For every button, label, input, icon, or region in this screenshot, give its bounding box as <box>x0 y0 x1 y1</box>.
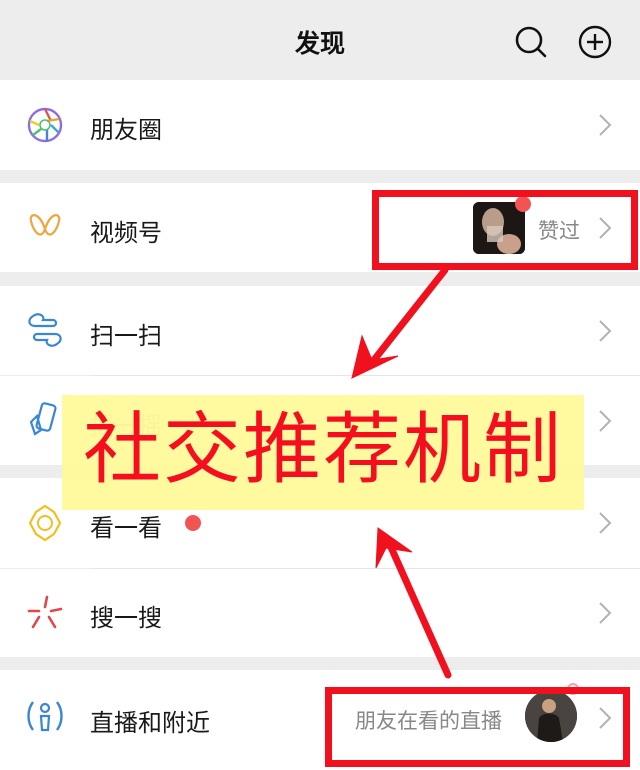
annotation-box-live <box>325 687 630 767</box>
live-nearby-icon <box>27 701 63 732</box>
plus-circle-icon[interactable] <box>578 25 612 59</box>
menu-item-label: 扫一扫 <box>90 322 162 350</box>
moments-aperture-icon <box>27 107 63 143</box>
search-icon[interactable] <box>514 25 548 59</box>
notification-dot <box>185 515 201 531</box>
channels-butterfly-icon <box>29 214 61 236</box>
shake-icon <box>29 402 57 436</box>
annotation-box-channels <box>372 190 638 270</box>
chevron-right-icon <box>599 320 612 342</box>
menu-item-label: 朋友圈 <box>90 116 162 144</box>
chevron-right-icon <box>599 114 612 136</box>
search-spark-icon <box>27 595 63 629</box>
menu-item-moments[interactable]: 朋友圈 <box>0 80 640 170</box>
menu-item-label: 搜一搜 <box>90 604 162 632</box>
scan-icon <box>28 313 62 347</box>
menu-item-label: 视频号 <box>90 219 162 247</box>
menu-item-scan[interactable]: 扫一扫 <box>0 286 640 375</box>
chevron-right-icon <box>599 512 612 534</box>
annotation-title: 社交推荐机制 <box>82 405 563 495</box>
top-stories-icon <box>28 504 62 542</box>
chevron-right-icon <box>599 410 612 432</box>
menu-item-label: 直播和附近 <box>90 709 210 737</box>
top-bar: 发现 <box>0 0 640 80</box>
menu-item-label: 看一看 <box>90 514 162 542</box>
chevron-right-icon <box>599 602 612 624</box>
menu-item-search[interactable]: 搜一搜 <box>0 569 640 657</box>
